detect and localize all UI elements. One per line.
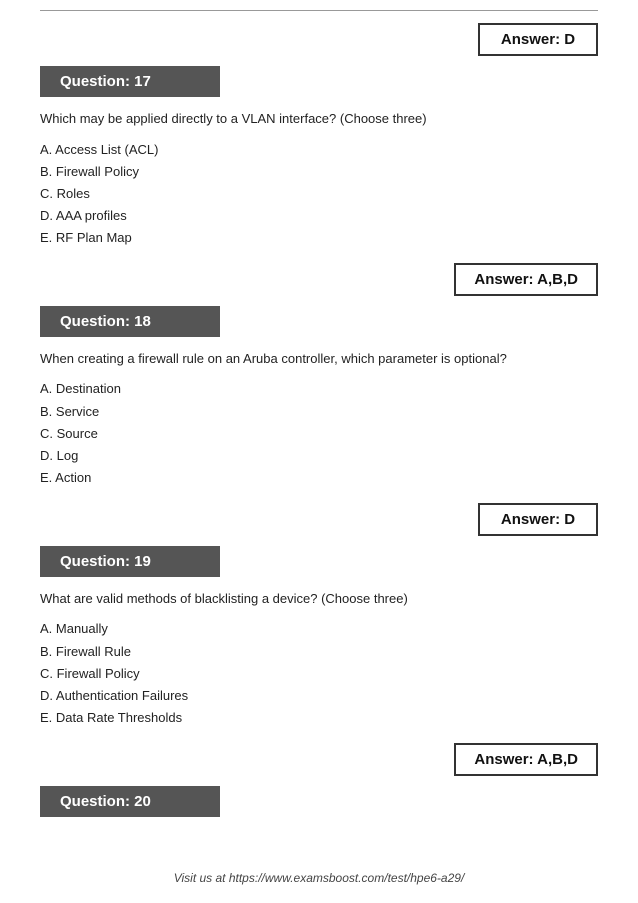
options-list-18: A. Destination B. Service C. Source D. L… [40,378,598,488]
answer-box-q17-pre: Answer: D [40,23,598,56]
option-18-b: B. Service [40,401,598,423]
option-19-e: E. Data Rate Thresholds [40,707,598,729]
question-header-20: Question: 20 [40,786,220,817]
answer-label-pre-q20: Answer: A,B,D [454,743,598,776]
option-17-b: B. Firewall Policy [40,161,598,183]
option-18-c: C. Source [40,423,598,445]
top-divider [40,10,598,11]
page-footer: Visit us at https://www.examsboost.com/t… [0,871,638,885]
page-container: Answer: D Question: 17 Which may be appl… [0,0,638,903]
option-19-b: B. Firewall Rule [40,641,598,663]
options-list-17: A. Access List (ACL) B. Firewall Policy … [40,139,598,249]
question-header-17: Question: 17 [40,66,220,97]
option-19-a: A. Manually [40,618,598,640]
answer-box-q18-pre: Answer: A,B,D [40,263,598,296]
section-q17: Answer: D Question: 17 Which may be appl… [40,23,598,249]
option-18-a: A. Destination [40,378,598,400]
footer-text: Visit us at https://www.examsboost.com/t… [174,871,465,885]
answer-box-q19-pre: Answer: D [40,503,598,536]
answer-box-q20-pre: Answer: A,B,D [40,743,598,776]
answer-label-pre-q18: Answer: A,B,D [454,263,598,296]
option-19-c: C. Firewall Policy [40,663,598,685]
option-17-d: D. AAA profiles [40,205,598,227]
section-q18: Answer: A,B,D Question: 18 When creating… [40,263,598,489]
option-17-e: E. RF Plan Map [40,227,598,249]
option-19-d: D. Authentication Failures [40,685,598,707]
answer-label-pre-q19: Answer: D [478,503,598,536]
question-header-18: Question: 18 [40,306,220,337]
option-18-e: E. Action [40,467,598,489]
section-q19: Answer: D Question: 19 What are valid me… [40,503,598,729]
options-list-19: A. Manually B. Firewall Rule C. Firewall… [40,618,598,728]
option-18-d: D. Log [40,445,598,467]
option-17-c: C. Roles [40,183,598,205]
section-q20: Answer: A,B,D Question: 20 [40,743,598,829]
question-text-17: Which may be applied directly to a VLAN … [40,109,598,129]
option-17-a: A. Access List (ACL) [40,139,598,161]
question-header-19: Question: 19 [40,546,220,577]
answer-label-pre-q17: Answer: D [478,23,598,56]
question-text-19: What are valid methods of blacklisting a… [40,589,598,609]
question-text-18: When creating a firewall rule on an Arub… [40,349,598,369]
